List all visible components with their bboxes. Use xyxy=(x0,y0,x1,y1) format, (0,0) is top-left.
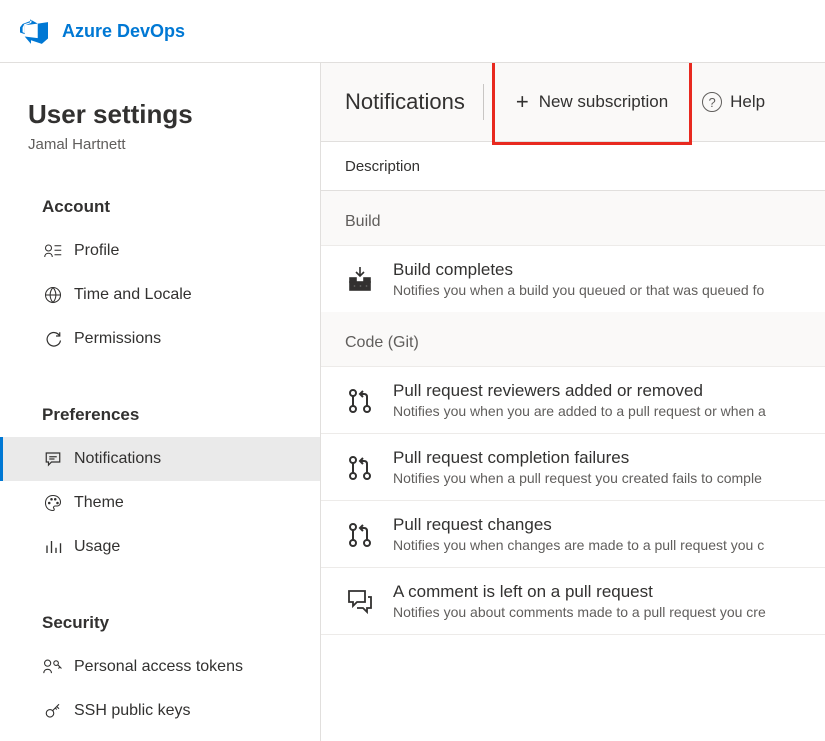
notification-row[interactable]: Pull request changes Notifies you when c… xyxy=(321,500,825,568)
user-name: Jamal Hartnett xyxy=(0,136,320,153)
notification-row[interactable]: Pull request reviewers added or removed … xyxy=(321,366,825,434)
notification-title: Pull request changes xyxy=(393,515,825,535)
column-header-description: Description xyxy=(321,142,825,191)
sidebar-item-label: Usage xyxy=(74,538,120,556)
divider xyxy=(483,84,484,120)
new-subscription-label: New subscription xyxy=(539,92,668,112)
sidebar-item-label: Personal access tokens xyxy=(74,658,243,676)
pull-request-icon xyxy=(345,387,375,415)
sidebar-item-label: Notifications xyxy=(74,450,161,468)
sidebar-item-label: Profile xyxy=(74,242,119,260)
notification-row[interactable]: A comment is left on a pull request Noti… xyxy=(321,567,825,635)
chat-icon xyxy=(42,450,64,468)
pull-request-icon xyxy=(345,521,375,549)
group-build: Build xyxy=(321,191,825,245)
app-header: Azure DevOps xyxy=(0,0,825,63)
sidebar-item-permissions[interactable]: Permissions xyxy=(0,317,320,361)
notification-desc: Notifies you when changes are made to a … xyxy=(393,537,825,553)
notification-title: Build completes xyxy=(393,260,825,280)
plus-icon: + xyxy=(516,89,529,115)
sidebar-item-usage[interactable]: Usage xyxy=(0,525,320,569)
page-title: User settings xyxy=(0,99,320,130)
group-code-git: Code (Git) xyxy=(321,312,825,366)
app-title[interactable]: Azure DevOps xyxy=(62,21,185,42)
profile-icon xyxy=(42,243,64,259)
notification-desc: Notifies you when a build you queued or … xyxy=(393,282,825,298)
sidebar-item-time-locale[interactable]: Time and Locale xyxy=(0,273,320,317)
section-preferences: Preferences xyxy=(0,405,320,425)
main-header: Notifications + New subscription ? Help xyxy=(321,63,825,142)
notification-list: Build Build completes Notifies you when … xyxy=(321,191,825,741)
notification-title: A comment is left on a pull request xyxy=(393,582,825,602)
sidebar-item-label: Theme xyxy=(74,494,124,512)
comment-icon xyxy=(345,588,375,616)
help-button[interactable]: ? Help xyxy=(702,92,765,112)
notification-title: Pull request reviewers added or removed xyxy=(393,381,825,401)
notification-row[interactable]: Build completes Notifies you when a buil… xyxy=(321,245,825,313)
azure-devops-logo-icon xyxy=(20,17,48,45)
pull-request-icon xyxy=(345,454,375,482)
notification-desc: Notifies you when you are added to a pul… xyxy=(393,403,825,419)
sidebar-item-ssh-public-keys[interactable]: SSH public keys xyxy=(0,689,320,733)
sidebar-item-label: Time and Locale xyxy=(74,286,192,304)
refresh-icon xyxy=(42,330,64,348)
globe-icon xyxy=(42,286,64,304)
bar-chart-icon xyxy=(42,538,64,556)
sidebar-item-profile[interactable]: Profile xyxy=(0,229,320,273)
section-security: Security xyxy=(0,613,320,633)
notification-title: Pull request completion failures xyxy=(393,448,825,468)
sidebar-item-theme[interactable]: Theme xyxy=(0,481,320,525)
build-icon xyxy=(345,266,375,294)
sidebar: User settings Jamal Hartnett Account Pro… xyxy=(0,63,321,741)
sidebar-item-personal-access-tokens[interactable]: Personal access tokens xyxy=(0,645,320,689)
sidebar-item-label: SSH public keys xyxy=(74,702,191,720)
help-icon: ? xyxy=(702,92,722,112)
help-label: Help xyxy=(730,92,765,112)
new-subscription-button[interactable]: + New subscription xyxy=(502,81,682,123)
main-content: Notifications + New subscription ? Help … xyxy=(321,63,825,741)
notification-desc: Notifies you about comments made to a pu… xyxy=(393,604,825,620)
notification-desc: Notifies you when a pull request you cre… xyxy=(393,470,825,486)
palette-icon xyxy=(42,494,64,512)
sidebar-item-label: Permissions xyxy=(74,330,161,348)
main-title: Notifications xyxy=(345,89,465,115)
section-account: Account xyxy=(0,197,320,217)
notification-row[interactable]: Pull request completion failures Notifie… xyxy=(321,433,825,501)
key-icon xyxy=(42,702,64,720)
sidebar-item-notifications[interactable]: Notifications xyxy=(0,437,320,481)
key-person-icon xyxy=(42,658,64,676)
